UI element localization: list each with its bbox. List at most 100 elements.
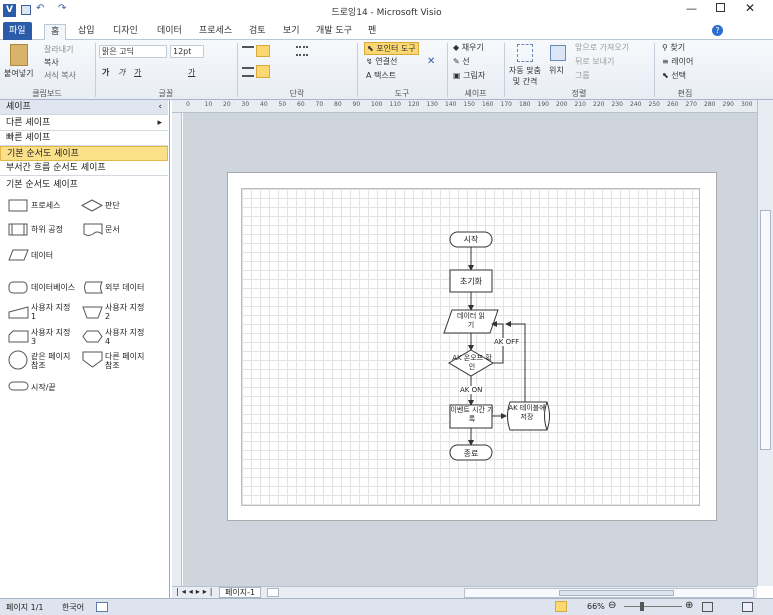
copy-button[interactable]: 복사 [44, 57, 59, 68]
ruler-tick-label: 140 [445, 101, 457, 108]
select-label: 선택 [671, 71, 686, 80]
shape-label[interactable]: 데이터베이스 [31, 283, 75, 292]
tab-developer[interactable]: 개발 도구 [310, 24, 358, 40]
macro-icon[interactable] [96, 602, 108, 612]
tab-data[interactable]: 데이터 [151, 24, 188, 40]
layers-button[interactable]: ≡ 레이어 [662, 56, 693, 67]
custom1-icon [8, 306, 29, 319]
status-bar: 페이지 1/1 한국어 66% ⊖ ⊕ [0, 598, 773, 615]
minimize-button[interactable]: — [686, 2, 697, 15]
shape-label[interactable]: 다른 페이지 참조 [105, 352, 150, 370]
bring-front-button[interactable]: 앞으로 가져오기 [575, 42, 629, 53]
page-nav-arrows[interactable]: |◂◂▸▸| [176, 587, 215, 596]
collapse-panel-icon[interactable]: ‹ [158, 100, 162, 115]
full-screen-icon[interactable] [555, 601, 567, 612]
italic-button[interactable]: 가 [118, 67, 125, 78]
horizontal-scroll-thumb[interactable] [559, 590, 674, 596]
page-indicator[interactable]: 페이지 1/1 [6, 602, 44, 613]
bold-button[interactable]: 가 [102, 67, 109, 78]
custom2-icon [82, 306, 103, 319]
read-label: 데이터 읽기 [457, 312, 485, 329]
close-x-icon[interactable]: ✕ [427, 56, 435, 67]
send-back-button[interactable]: 뒤로 보내기 [575, 56, 614, 67]
maximize-button[interactable] [716, 3, 725, 12]
select-button[interactable]: ⬉ 선택 [662, 70, 686, 81]
find-button[interactable]: ⚲ 찾기 [662, 42, 685, 53]
shape-label[interactable]: 프로세스 [31, 201, 60, 210]
ruler-tick-label: 20 [223, 101, 231, 108]
shape-label[interactable]: 문서 [105, 225, 120, 234]
tab-file[interactable]: 파일 [3, 22, 32, 40]
shape-label[interactable]: 판단 [105, 201, 120, 210]
tab-process[interactable]: 프로세스 [193, 24, 238, 40]
more-shapes-item[interactable]: 다른 셰이프 ▸ [0, 116, 168, 131]
bullets-icon[interactable] [296, 46, 308, 56]
shape-label[interactable]: 사용자 지정 4 [105, 328, 150, 346]
zoom-level[interactable]: 66% [587, 602, 605, 611]
stencil-cross-functional[interactable]: 부서간 흐름 순서도 셰이프 [0, 161, 168, 176]
vertical-scroll-thumb[interactable] [760, 210, 771, 450]
document-icon [83, 223, 103, 236]
underline-button[interactable]: 가 [134, 67, 141, 78]
auto-align-icon[interactable] [517, 44, 533, 62]
close-button[interactable]: ✕ [745, 1, 755, 15]
help-icon[interactable]: ? [712, 25, 723, 36]
cut-button[interactable]: 잘라내기 [44, 44, 73, 55]
ruler-tick-label: 290 [722, 101, 734, 108]
ruler-tick-label: 280 [704, 101, 716, 108]
font-color-button[interactable]: 가 [188, 67, 195, 78]
ruler-tick-label: 10 [204, 101, 213, 108]
page-tab[interactable]: 페이지-1 [219, 587, 262, 598]
shape-label[interactable]: 사용자 지정 3 [31, 328, 71, 346]
ruler-tick-label: 170 [500, 101, 512, 108]
insert-page-icon[interactable] [267, 588, 279, 597]
connector-button[interactable]: ↯ 연결선 [366, 56, 397, 67]
paste-button[interactable]: 붙여넣기 [4, 68, 33, 79]
offpage-ref-icon [82, 351, 103, 368]
shape-label[interactable]: 사용자 지정 2 [105, 303, 150, 321]
align-center-icon[interactable] [256, 65, 270, 78]
shape-label[interactable]: 하위 공정 [31, 225, 63, 234]
fill-button[interactable]: ◆ 채우기 [453, 42, 484, 53]
position-icon[interactable] [550, 45, 566, 61]
align-left-icon[interactable] [242, 67, 254, 77]
language-indicator[interactable]: 한국어 [62, 602, 84, 613]
shape-label[interactable]: 같은 페이지 참조 [31, 352, 75, 370]
group-button[interactable]: 그룹 [575, 70, 590, 81]
line-button[interactable]: ✎ 선 [453, 56, 470, 67]
tab-view[interactable]: 보기 [277, 24, 306, 40]
shape-label[interactable]: 데이터 [31, 251, 53, 260]
shape-label[interactable]: 외부 데이터 [105, 283, 144, 292]
tab-home[interactable]: 홈 [44, 24, 67, 40]
zoom-slider-thumb[interactable] [640, 602, 644, 611]
zoom-in-icon[interactable]: ⊕ [685, 600, 693, 611]
tab-review[interactable]: 검토 [243, 24, 272, 40]
stencil-basic-flowchart[interactable]: 기본 순서도 셰이프 [0, 146, 168, 161]
tab-design[interactable]: 디자인 [107, 24, 144, 40]
pointer-tool-button[interactable]: ⬉ 포인터 도구 [364, 42, 419, 55]
format-painter-button[interactable]: 서식 복사 [44, 70, 76, 81]
shadow-button[interactable]: ▣ 그림자 [453, 70, 485, 81]
paste-icon[interactable] [10, 44, 28, 66]
tab-pen[interactable]: 펜 [362, 24, 382, 40]
shape-label[interactable]: 시작/끝 [31, 383, 56, 392]
quick-shapes-item[interactable]: 빠른 셰이프 [0, 131, 168, 146]
pointer-tool-label: 포인터 도구 [376, 44, 416, 53]
zoom-slider[interactable] [624, 606, 682, 607]
switch-windows-icon[interactable] [742, 602, 753, 612]
vertical-scrollbar[interactable] [757, 100, 773, 586]
fit-page-icon[interactable] [702, 602, 713, 612]
shape-label[interactable]: 사용자 지정 1 [31, 303, 71, 321]
text-tool-button[interactable]: A 텍스트 [366, 70, 396, 81]
horizontal-scrollbar[interactable] [464, 588, 754, 598]
auto-align-button[interactable]: 자동 맞춤 및 간격 [506, 65, 544, 87]
ruler-tick-label: 210 [574, 101, 586, 108]
shapes-panel: 셰이프 ‹ 다른 셰이프 ▸ 빠른 셰이프 기본 순서도 셰이프 부서간 흐름 순서… [0, 100, 170, 598]
zoom-out-icon[interactable]: ⊖ [608, 600, 616, 611]
align-middle-icon[interactable] [256, 45, 270, 57]
tab-insert[interactable]: 삽입 [72, 24, 101, 40]
font-size-select[interactable]: 12pt [170, 45, 204, 58]
align-top-icon[interactable] [242, 46, 254, 56]
position-button[interactable]: 위치 [549, 65, 564, 76]
font-name-select[interactable]: 맑은 고딕 [99, 45, 167, 58]
